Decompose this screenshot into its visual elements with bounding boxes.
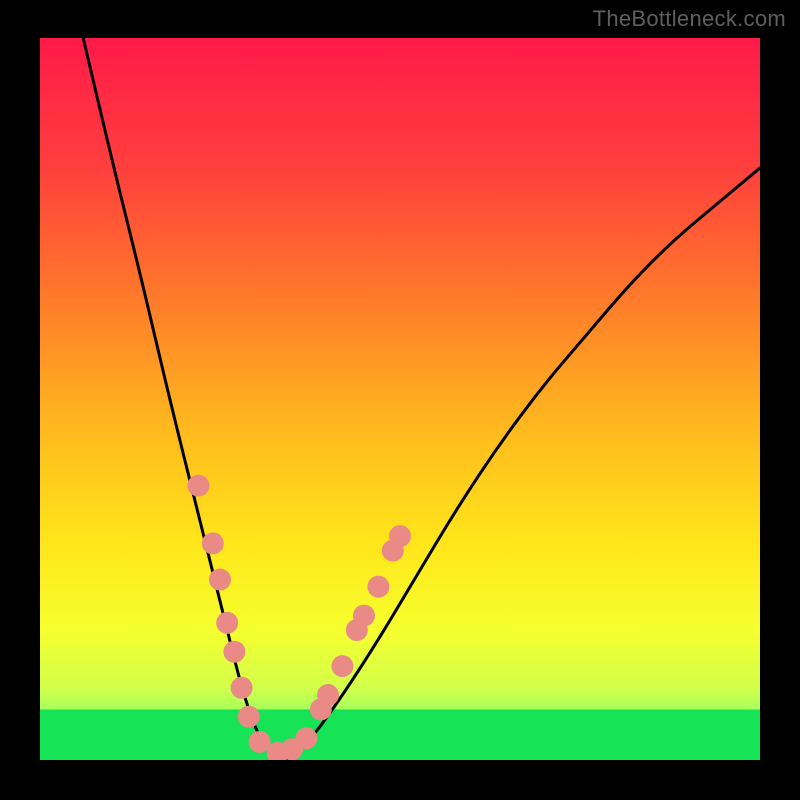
data-dot	[353, 605, 375, 627]
data-dot	[231, 677, 253, 699]
chart-container: TheBottleneck.com	[0, 0, 800, 800]
data-dot	[367, 576, 389, 598]
watermark-text: TheBottleneck.com	[593, 6, 786, 32]
data-dot	[223, 641, 245, 663]
data-dot	[238, 706, 260, 728]
bottleneck-chart	[0, 0, 800, 800]
green-band	[40, 709, 760, 760]
data-dot	[202, 532, 224, 554]
data-dot	[295, 727, 317, 749]
gradient-background	[40, 38, 760, 760]
data-dot	[209, 569, 231, 591]
plot-area	[40, 38, 760, 764]
data-dot	[317, 684, 339, 706]
data-dot	[331, 655, 353, 677]
data-dot	[187, 475, 209, 497]
data-dot	[389, 525, 411, 547]
data-dot	[216, 612, 238, 634]
